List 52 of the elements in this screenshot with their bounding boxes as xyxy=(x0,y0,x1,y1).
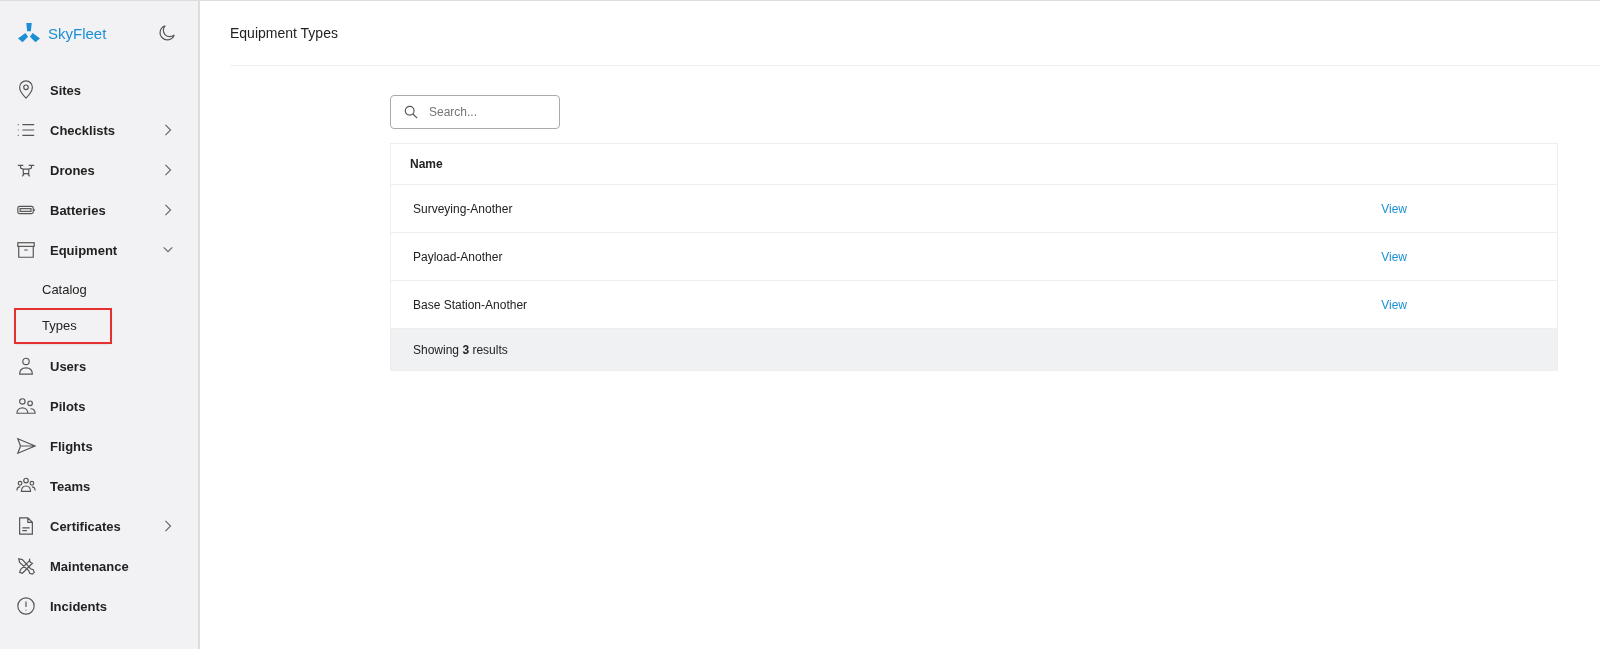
nav-label: Sites xyxy=(50,82,83,98)
nav-label: Teams xyxy=(50,478,92,494)
view-link[interactable]: View xyxy=(1381,297,1407,312)
chevron-right-icon[interactable] xyxy=(162,164,174,176)
alert-circle-icon xyxy=(16,596,36,616)
nav-label: Incidents xyxy=(50,598,109,614)
view-link[interactable]: View xyxy=(1381,201,1407,216)
nav-label: Drones xyxy=(50,162,96,178)
nav-label: Pilots xyxy=(50,398,87,414)
logo-icon xyxy=(16,22,42,44)
nav-label: Equipment xyxy=(50,242,119,258)
nav-subitem[interactable]: Catalog xyxy=(16,274,110,306)
nav-label: Checklists xyxy=(50,122,117,138)
users-icon xyxy=(16,396,36,416)
nav-item[interactable]: Checklists xyxy=(16,110,198,150)
user-icon xyxy=(16,356,36,376)
nav-item[interactable]: Incidents xyxy=(16,586,198,626)
nav-item[interactable]: Drones xyxy=(16,150,198,190)
nav-item[interactable]: Batteries xyxy=(16,190,198,230)
page-title: Equipment Types xyxy=(230,1,1600,66)
archive-box-icon xyxy=(16,240,36,260)
brand-name: SkyFleet xyxy=(48,24,107,42)
nav-label: Batteries xyxy=(50,202,107,218)
paper-plane-icon xyxy=(16,436,36,456)
chevron-right-icon[interactable] xyxy=(162,204,174,216)
view-link[interactable]: View xyxy=(1381,249,1407,264)
wrench-screwdriver-icon xyxy=(16,556,36,576)
nav-item[interactable]: Flights xyxy=(16,426,198,466)
table-cell-text: Surveying-Another xyxy=(413,201,514,216)
nav-item[interactable]: Certificates xyxy=(16,506,198,546)
nav-item[interactable]: Teams xyxy=(16,466,198,506)
nav-item[interactable]: Users xyxy=(16,346,198,386)
table-cell-text: Base Station-Another xyxy=(413,297,529,312)
nav-item[interactable]: Equipment xyxy=(16,230,198,270)
search-icon xyxy=(404,105,418,119)
chevron-right-icon[interactable] xyxy=(162,520,174,532)
column-header: Name xyxy=(410,157,443,171)
nav-item[interactable]: Pilots xyxy=(16,386,198,426)
nav-label: Certificates xyxy=(50,518,122,534)
chevron-right-icon[interactable] xyxy=(162,124,174,136)
nav-label: Maintenance xyxy=(50,558,130,574)
nav-item[interactable]: Sites xyxy=(16,70,198,110)
search-field[interactable]: Search... xyxy=(390,95,560,129)
document-icon xyxy=(16,516,36,536)
nav-item[interactable]: Maintenance xyxy=(16,546,198,586)
results-count: Showing 3 results xyxy=(413,342,508,357)
nav-subitem[interactable]: Types xyxy=(16,310,110,342)
map-pin-icon xyxy=(16,80,36,100)
nav-label: Flights xyxy=(50,438,94,454)
table-cell-text: Payload-Another xyxy=(413,249,504,264)
moon-icon[interactable] xyxy=(158,24,176,42)
nav-label: Users xyxy=(50,358,88,374)
